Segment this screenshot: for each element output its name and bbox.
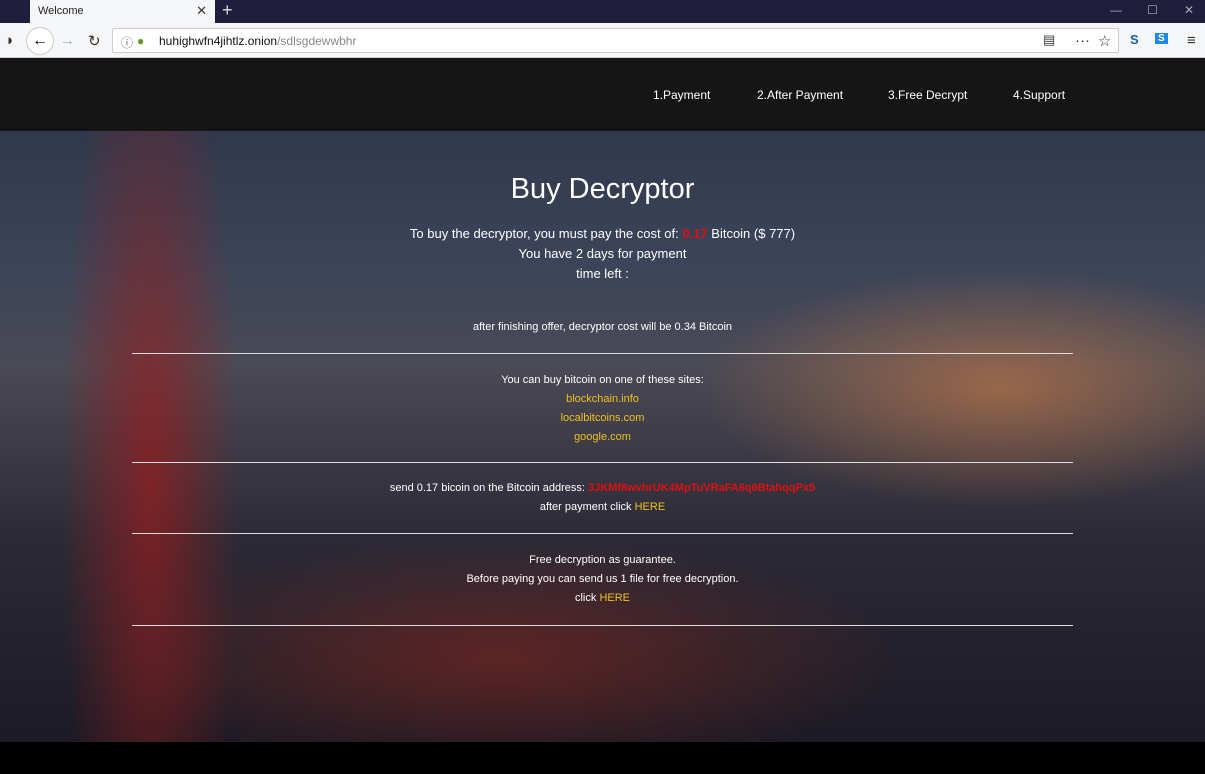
bitcoin-address: 3JKMf8wvhrUK4MpTuVRaFA6q6BtahqqPx5 [587, 482, 816, 494]
back-icon[interactable]: ← [26, 27, 54, 55]
onion-icon: ● [137, 34, 145, 48]
reload-icon[interactable]: ↻ [88, 32, 101, 50]
free-line1: Free decryption as guarantee. [529, 554, 676, 566]
bottom-bar [0, 742, 1205, 774]
offer-text: after finishing offer, decryptor cost wi… [472, 321, 733, 333]
nav-bar: ◑ ← → ↻ ⓘ ● huhighwfn4jihtlz.onion/sdlsg… [0, 23, 1205, 58]
nav-after-payment[interactable]: 2.After Payment [757, 88, 843, 102]
cost-suffix: Bitcoin ($ 777) [707, 226, 796, 241]
site-link-google[interactable]: google.com [0, 428, 1205, 447]
url-path: /sdlsgdewwbhr [277, 34, 357, 48]
cost-prefix: To buy the decryptor, you must pay the c… [409, 226, 683, 241]
reader-view-icon[interactable]: ▤ [1043, 32, 1055, 48]
title-bar: Welcome ✕ + — ☐ ✕ [0, 0, 1205, 23]
send-text: send 0.17 bicoin on the Bitcoin address: [389, 482, 588, 494]
new-tab-icon[interactable]: + [222, 0, 233, 21]
info-icon[interactable]: ⓘ [121, 34, 133, 51]
menu-icon[interactable]: ≡ [1187, 32, 1196, 49]
url-bar[interactable]: ⓘ ● huhighwfn4jihtlz.onion/sdlsgdewwbhr [112, 28, 1119, 53]
nav-payment[interactable]: 1.Payment [653, 88, 710, 102]
maximize-icon[interactable]: ☐ [1147, 3, 1158, 17]
after-payment-text: after payment click [539, 501, 635, 513]
more-icon[interactable]: ··· [1075, 32, 1090, 49]
site-link-blockchain[interactable]: blockchain.info [0, 390, 1205, 409]
extension-s-box-icon[interactable]: S [1155, 33, 1168, 44]
divider [132, 625, 1073, 626]
cost-line: To buy the decryptor, you must pay the c… [0, 224, 1205, 244]
close-window-icon[interactable]: ✕ [1184, 3, 1194, 17]
forward-icon[interactable]: → [60, 32, 75, 49]
free-click-text: click [574, 592, 600, 604]
days-text: You have 2 days for payment [518, 246, 687, 261]
buy-intro: You can buy bitcoin on one of these site… [501, 374, 704, 386]
page: 1.Payment 2.After Payment 3.Free Decrypt… [0, 58, 1205, 742]
close-tab-icon[interactable]: ✕ [196, 3, 207, 19]
nav-support[interactable]: 4.Support [1013, 88, 1065, 102]
site-nav: 1.Payment 2.After Payment 3.Free Decrypt… [0, 58, 1205, 131]
url-host: huhighwfn4jihtlz.onion [159, 34, 278, 48]
nav-free-decrypt[interactable]: 3.Free Decrypt [888, 88, 967, 102]
after-payment-here-link[interactable]: HERE [635, 501, 666, 513]
extension-s-icon[interactable]: S [1130, 32, 1139, 47]
time-left: time left : [576, 266, 629, 281]
free-line2: Before paying you can send us 1 file for… [466, 573, 739, 585]
free-decrypt-here-link[interactable]: HERE [599, 592, 630, 604]
bookmark-star-icon[interactable]: ☆ [1098, 32, 1111, 50]
site-link-localbitcoins[interactable]: localbitcoins.com [0, 409, 1205, 428]
minimize-icon[interactable]: — [1110, 3, 1122, 17]
cost-amount: 0.17 [682, 226, 708, 241]
tab-title: Welcome [38, 5, 84, 17]
tor-onion-icon[interactable]: ◑ [4, 32, 13, 49]
browser-tab[interactable]: Welcome ✕ [30, 0, 215, 23]
page-title: Buy Decryptor [510, 173, 695, 205]
